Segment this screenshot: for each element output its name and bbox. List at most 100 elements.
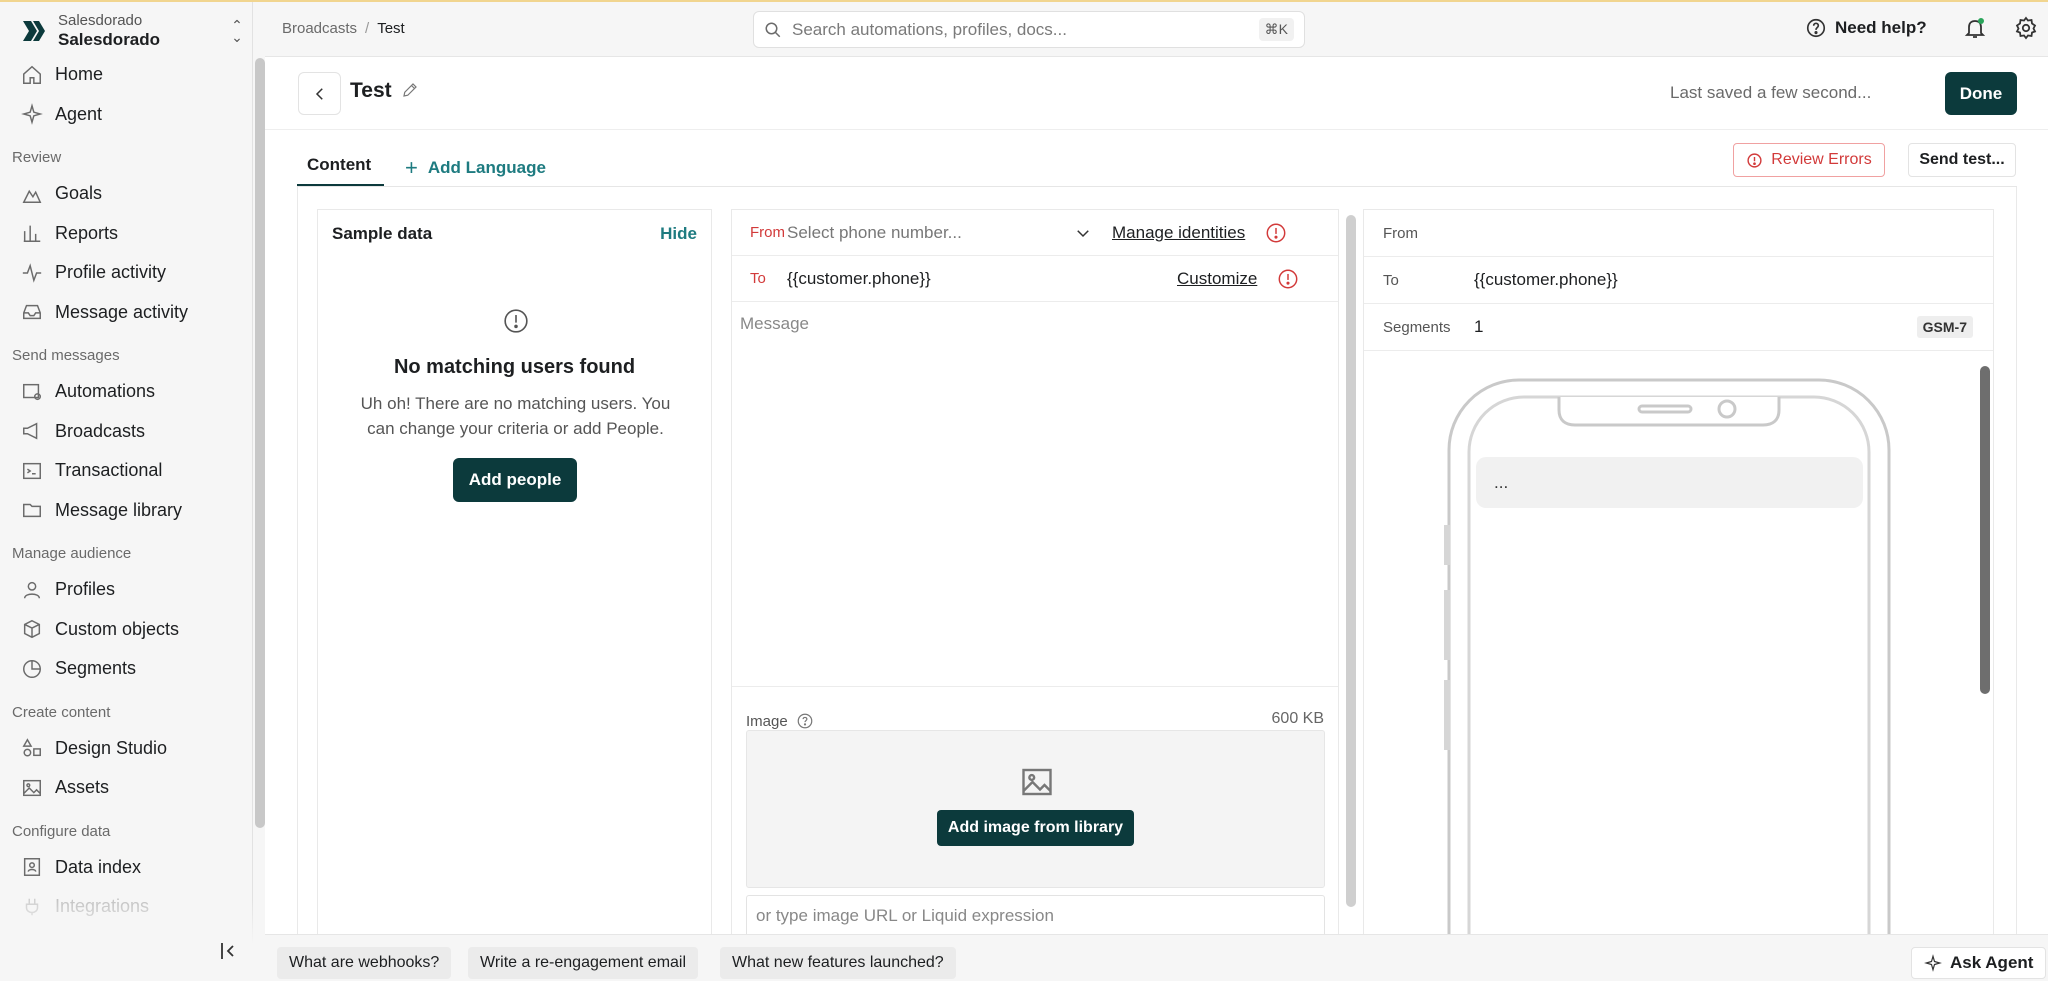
sidebar-item-automations[interactable]: Automations: [0, 372, 253, 412]
sidebar-item-label: Automations: [55, 381, 156, 402]
sidebar-scrollbar[interactable]: [255, 58, 265, 828]
sidebar-item-custom-objects[interactable]: Custom objects: [0, 610, 253, 650]
sidebar-item-message-activity[interactable]: Message activity: [0, 293, 253, 333]
done-button[interactable]: Done: [1945, 72, 2017, 115]
send-test-button[interactable]: Send test...: [1908, 143, 2016, 177]
sidebar-item-label: Agent: [55, 103, 103, 124]
sidebar-item-segments[interactable]: Segments: [0, 649, 253, 689]
sidebar-item-integrations[interactable]: Integrations: [0, 887, 253, 927]
top-bar: Broadcasts/Test ⌘K Need help?: [0, 0, 2048, 57]
sidebar-item-label: Home: [55, 64, 104, 85]
nav-section-send: Send messages: [12, 347, 120, 364]
to-value: {{customer.phone}}: [787, 268, 931, 288]
message-textarea[interactable]: [732, 302, 1338, 686]
sidebar-item-broadcasts[interactable]: Broadcasts: [0, 412, 253, 452]
gear-icon[interactable]: [2014, 16, 2038, 40]
image-label: Image: [746, 712, 788, 730]
automation-icon: [21, 381, 43, 403]
suggestion-chip[interactable]: What new features launched?: [720, 947, 956, 979]
activity-icon: [21, 262, 43, 284]
help-button[interactable]: Need help?: [1805, 17, 1927, 39]
sidebar-item-message-library[interactable]: Message library: [0, 491, 253, 531]
suggestion-chip[interactable]: Write a re-engagement email: [468, 947, 699, 979]
sidebar-item-label: Segments: [55, 658, 137, 679]
sidebar-item-label: Broadcasts: [55, 420, 146, 441]
search-icon: [765, 22, 781, 37]
preview-scrollbar[interactable]: [1980, 366, 1990, 694]
compose-scrollbar[interactable]: [1346, 215, 1356, 907]
sidebar-item-profile-activity[interactable]: Profile activity: [0, 253, 253, 293]
customize-link[interactable]: Customize: [1177, 269, 1257, 289]
add-image-from-library-button[interactable]: Add image from library: [937, 810, 1134, 846]
chevron-updown-icon: ⌃ ⌄: [231, 17, 243, 45]
sidebar-item-agent[interactable]: Agent: [0, 95, 253, 135]
breadcrumb-link-broadcasts[interactable]: Broadcasts: [282, 20, 357, 37]
sidebar-item-goals[interactable]: Goals: [0, 174, 253, 214]
sidebar-item-reports[interactable]: Reports: [0, 214, 253, 254]
sidebar-item-label: Integrations: [55, 896, 150, 917]
from-select-placeholder: Select phone number...: [787, 222, 962, 242]
sidebar-item-home[interactable]: Home: [0, 55, 253, 95]
workspace-switcher[interactable]: Salesdorado Salesdorado ⌃ ⌄: [20, 10, 245, 52]
sidebar-item-label: Profiles: [55, 579, 116, 600]
help-circle-icon[interactable]: [796, 712, 814, 730]
collapse-sidebar-icon[interactable]: [218, 940, 240, 962]
review-errors-button[interactable]: Review Errors: [1733, 143, 1885, 177]
megaphone-icon: [21, 420, 43, 442]
sidebar-item-profiles[interactable]: Profiles: [0, 570, 253, 610]
preview-segments-row: Segments 1 GSM-7: [1364, 304, 1993, 351]
suggestion-chip[interactable]: What are webhooks?: [277, 947, 452, 979]
help-icon: [1806, 18, 1826, 38]
data-index-icon: [21, 856, 43, 878]
nav-section-data: Configure data: [12, 822, 111, 840]
pie-icon: [21, 658, 43, 680]
message-bubble: ...: [1476, 457, 1863, 508]
preview-segments-label: Segments: [1383, 318, 1451, 336]
manage-identities-link[interactable]: Manage identities: [1112, 223, 1245, 243]
encoding-badge: GSM-7: [1916, 316, 1973, 338]
global-search[interactable]: ⌘K: [753, 11, 1305, 48]
image-url-input[interactable]: [746, 895, 1325, 935]
search-input[interactable]: [792, 19, 1259, 40]
nav-section-review: Review: [12, 149, 62, 166]
review-errors-label: Review Errors: [1771, 151, 1872, 168]
sidebar-item-transactional[interactable]: Transactional: [0, 451, 253, 491]
sample-data-title: Sample data: [332, 224, 433, 243]
page-title: Test: [350, 79, 392, 102]
error-icon: [1266, 223, 1286, 242]
message-area: [732, 302, 1338, 687]
search-shortcut: ⌘K: [1258, 18, 1294, 41]
from-phone-select[interactable]: Select phone number...: [787, 223, 1102, 243]
notification-bell-icon[interactable]: [1963, 16, 1987, 40]
nav-section-content: Create content: [12, 703, 111, 721]
ask-agent-button[interactable]: Ask Agent: [1911, 947, 2047, 979]
image-label-group: Image: [746, 712, 814, 730]
sparkle-icon: [21, 103, 43, 126]
add-people-button[interactable]: Add people: [453, 458, 577, 502]
terminal-icon: [21, 460, 43, 482]
sidebar-item-design-studio[interactable]: Design Studio: [0, 729, 253, 769]
sidebar-item-assets[interactable]: Assets: [0, 768, 253, 808]
goals-icon: [21, 183, 43, 205]
sidebar-item-label: Message activity: [55, 301, 189, 322]
back-button[interactable]: [298, 72, 341, 115]
sidebar-item-label: Custom objects: [55, 618, 180, 639]
integrations-icon: [21, 896, 43, 918]
tab-content[interactable]: Content: [307, 155, 371, 175]
add-language-button[interactable]: + Add Language: [405, 155, 546, 181]
help-label: Need help?: [1835, 18, 1927, 37]
hide-sample-data-link[interactable]: Hide: [660, 224, 697, 244]
workspace-subtitle: Salesdorado: [58, 12, 143, 29]
plus-icon: +: [405, 155, 418, 180]
sidebar-item-data-index[interactable]: Data index: [0, 848, 253, 888]
image-dropzone[interactable]: Add image from library: [746, 730, 1325, 888]
to-row: To {{customer.phone}} Customize: [732, 256, 1338, 302]
shapes-icon: [21, 737, 43, 759]
home-icon: [21, 64, 43, 86]
sidebar-item-label: Assets: [55, 777, 110, 798]
sidebar-item-label: Transactional: [55, 460, 163, 481]
edit-title-icon[interactable]: [401, 81, 419, 99]
preview-segments-value: 1: [1474, 317, 1484, 336]
sidebar-item-label: Goals: [55, 183, 103, 204]
sidebar-item-label: Profile activity: [55, 262, 167, 283]
